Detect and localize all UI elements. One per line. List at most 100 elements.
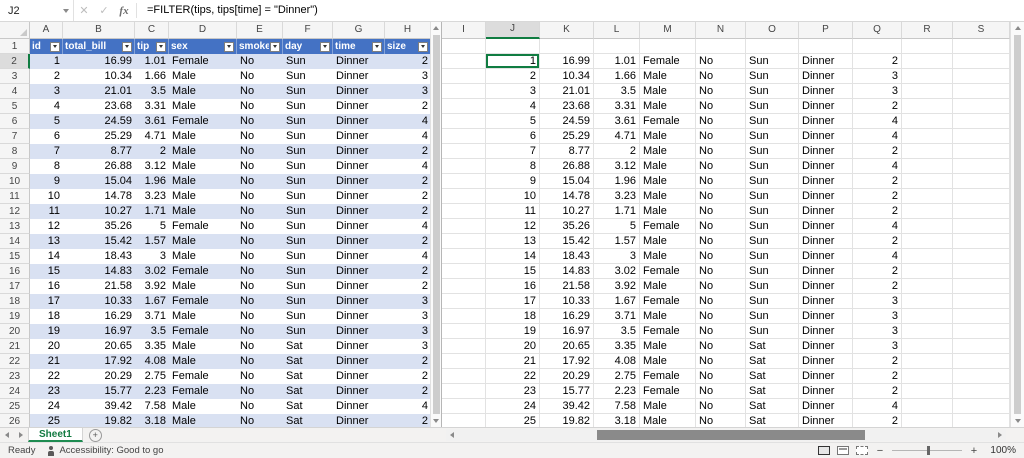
cell[interactable]: Sun [746,264,799,279]
table-cell[interactable]: Sun [283,84,333,99]
cell[interactable]: Male [640,159,696,174]
name-box[interactable]: J2 [0,0,74,21]
cell[interactable]: No [696,399,746,414]
sheet-nav-left-icon[interactable] [0,428,14,442]
cell[interactable] [953,54,1010,69]
table-cell[interactable]: 21.58 [63,279,135,294]
cell[interactable]: Sun [746,294,799,309]
table-cell[interactable]: 17 [30,294,63,309]
table-header-id[interactable]: id [30,39,63,54]
cell[interactable]: No [696,204,746,219]
cell[interactable] [640,39,696,54]
cell[interactable] [902,144,953,159]
table-cell[interactable]: 3 [385,339,431,354]
cell[interactable]: 15 [486,264,540,279]
table-cell[interactable]: Sun [283,159,333,174]
column-header-M[interactable]: M [640,22,696,39]
row-header-5[interactable]: 5 [0,99,30,114]
table-cell[interactable]: 15 [30,264,63,279]
cell[interactable]: Male [640,174,696,189]
table-cell[interactable]: 17.92 [63,354,135,369]
table-cell[interactable]: Sun [283,174,333,189]
table-cell[interactable]: 2 [385,189,431,204]
table-cell[interactable]: 4 [385,249,431,264]
cell[interactable]: 3.5 [594,324,640,339]
sheet-tab-sheet1[interactable]: Sheet1 [28,428,83,442]
row-header-15[interactable]: 15 [0,249,30,264]
table-cell[interactable]: 3.61 [135,114,169,129]
cell[interactable] [853,39,902,54]
filter-button-tip[interactable] [156,42,166,52]
cell[interactable]: Dinner [799,324,853,339]
column-header-K[interactable]: K [540,22,594,39]
table-cell[interactable]: Female [169,54,237,69]
cell[interactable] [442,249,486,264]
cell[interactable] [953,294,1010,309]
table-cell[interactable]: Sun [283,129,333,144]
cell[interactable]: Dinner [799,204,853,219]
table-cell[interactable]: 21.01 [63,84,135,99]
cell[interactable]: 4 [853,129,902,144]
cell[interactable]: Male [640,234,696,249]
cell[interactable] [902,354,953,369]
cell[interactable]: Female [640,219,696,234]
table-cell[interactable]: No [237,414,283,427]
table-cell[interactable]: 4 [385,129,431,144]
cell[interactable] [953,309,1010,324]
cell[interactable]: Dinner [799,189,853,204]
table-cell[interactable]: Sun [283,99,333,114]
table-cell[interactable]: 3 [385,84,431,99]
table-cell[interactable]: 4.71 [135,129,169,144]
row-header-18[interactable]: 18 [0,294,30,309]
cell[interactable]: 39.42 [540,399,594,414]
cell[interactable] [442,159,486,174]
table-cell[interactable]: Female [169,219,237,234]
cell[interactable]: 3.12 [594,159,640,174]
table-cell[interactable]: No [237,339,283,354]
cell[interactable]: Male [640,279,696,294]
table-cell[interactable]: Female [169,369,237,384]
table-cell[interactable]: 2 [135,144,169,159]
cell[interactable] [953,414,1010,427]
cell[interactable]: Dinner [799,174,853,189]
table-cell[interactable]: Male [169,414,237,427]
cell[interactable]: Dinner [799,219,853,234]
cell[interactable]: 3 [853,339,902,354]
table-cell[interactable]: No [237,249,283,264]
cell[interactable]: No [696,99,746,114]
table-cell[interactable]: 7 [30,144,63,159]
table-cell[interactable]: Male [169,159,237,174]
table-header-sex[interactable]: sex [169,39,237,54]
table-cell[interactable]: 12 [30,219,63,234]
sheet-nav-right-icon[interactable] [14,428,28,442]
table-cell[interactable]: 4 [30,99,63,114]
cell[interactable] [902,69,953,84]
cell[interactable] [486,39,540,54]
table-cell[interactable]: Female [169,324,237,339]
cell[interactable]: 35.26 [540,219,594,234]
cell[interactable]: Male [640,84,696,99]
table-cell[interactable]: No [237,399,283,414]
cell[interactable]: 16.29 [540,309,594,324]
table-cell[interactable]: Dinner [333,114,385,129]
cell[interactable]: Male [640,339,696,354]
cell[interactable] [902,309,953,324]
table-cell[interactable]: 3 [385,309,431,324]
cell[interactable]: No [696,189,746,204]
table-cell[interactable]: Female [169,114,237,129]
table-cell[interactable]: No [237,174,283,189]
cell[interactable]: 1.57 [594,234,640,249]
table-cell[interactable]: Dinner [333,234,385,249]
cell[interactable]: 7.58 [594,399,640,414]
table-cell[interactable]: No [237,369,283,384]
cell[interactable]: Sun [746,204,799,219]
cell[interactable]: Sun [746,189,799,204]
column-header-I[interactable]: I [442,22,486,39]
cell[interactable]: 19.82 [540,414,594,427]
row-header-2[interactable]: 2 [0,54,30,69]
cell[interactable]: Sun [746,219,799,234]
table-cell[interactable]: 5 [135,219,169,234]
filter-button-smoker[interactable] [270,42,280,52]
cell[interactable]: No [696,129,746,144]
scroll-right-icon[interactable] [994,429,1006,441]
